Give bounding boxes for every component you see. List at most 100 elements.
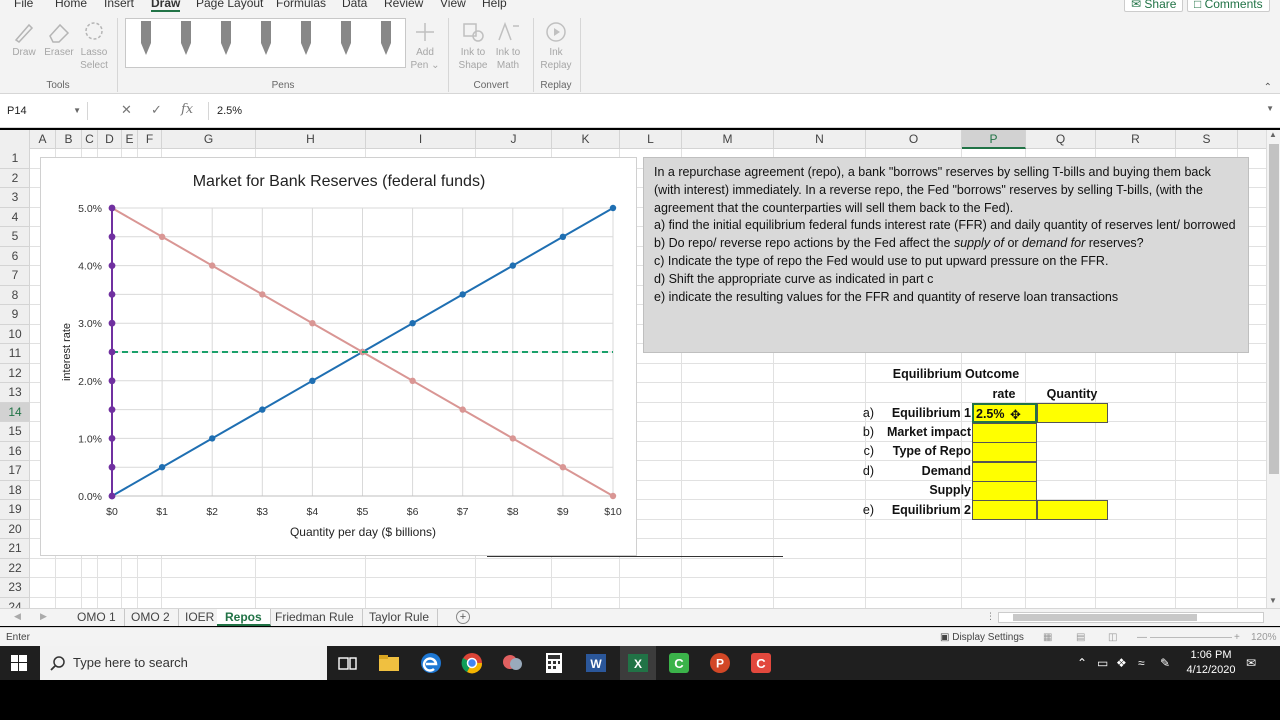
taskbar-clock[interactable]: 1:06 PM 4/12/2020: [1183, 648, 1239, 678]
row-header-19[interactable]: 19: [0, 500, 30, 520]
rate-cell-equilibrium-2[interactable]: [972, 500, 1037, 520]
calculator-icon[interactable]: [541, 650, 567, 676]
chevron-down-icon[interactable]: ▼: [73, 102, 81, 120]
expand-formula-icon[interactable]: ▼: [1266, 104, 1274, 113]
column-header-l[interactable]: L: [620, 130, 682, 149]
cancel-icon[interactable]: ✕: [121, 102, 132, 118]
wifi-icon[interactable]: ≈: [1138, 656, 1145, 670]
tab-review[interactable]: Review: [384, 0, 423, 10]
tab-formulas[interactable]: Formulas: [276, 0, 326, 10]
eraser-button[interactable]: Eraser: [42, 20, 76, 59]
enter-check-icon[interactable]: ✓: [151, 102, 162, 118]
add-pen-button[interactable]: Add Pen ⌄: [410, 20, 440, 72]
row-header-4[interactable]: 4: [0, 208, 30, 227]
pen-5-icon[interactable]: [298, 21, 314, 57]
rate-cell-equilibrium-1[interactable]: 2.5% ✥: [972, 403, 1037, 423]
column-header-m[interactable]: M: [682, 130, 774, 149]
pens-gallery[interactable]: [125, 18, 406, 68]
tab-help[interactable]: Help: [482, 0, 507, 10]
zoom-out-icon[interactable]: —: [1137, 632, 1147, 643]
edge-icon[interactable]: [418, 650, 444, 676]
vertical-scroll-thumb[interactable]: [1269, 144, 1279, 474]
row-header-18[interactable]: 18: [0, 481, 30, 500]
prev-sheet-icon[interactable]: ◀: [14, 611, 21, 622]
row-header-10[interactable]: 10: [0, 325, 30, 344]
sheet-tab-omo-1[interactable]: OMO 1: [69, 609, 125, 626]
formula-input[interactable]: 2.5%: [208, 102, 1258, 120]
pen-2-icon[interactable]: [178, 21, 194, 57]
row-header-21[interactable]: 21: [0, 539, 30, 559]
row-header-11[interactable]: 11: [0, 344, 30, 364]
tab-draw[interactable]: Draw: [151, 0, 181, 12]
comments-button[interactable]: □ Comments: [1187, 0, 1270, 12]
column-header-j[interactable]: J: [476, 130, 552, 149]
add-sheet-button[interactable]: +: [456, 610, 470, 624]
pen-1-icon[interactable]: [138, 21, 154, 57]
pen-7-icon[interactable]: [378, 21, 394, 57]
column-header-b[interactable]: B: [56, 130, 82, 149]
row-header-8[interactable]: 8: [0, 286, 30, 305]
row-header-17[interactable]: 17: [0, 461, 30, 481]
next-sheet-icon[interactable]: ▶: [40, 611, 47, 622]
column-header-a[interactable]: A: [30, 130, 56, 149]
ink-replay-button[interactable]: Ink Replay: [538, 20, 574, 72]
column-header-i[interactable]: I: [366, 130, 476, 149]
row-header-16[interactable]: 16: [0, 442, 30, 461]
lasso-select-button[interactable]: Lasso Select: [77, 20, 111, 72]
column-header-c[interactable]: C: [82, 130, 98, 149]
row-header-15[interactable]: 15: [0, 422, 30, 442]
column-header-n[interactable]: N: [774, 130, 866, 149]
horizontal-scroll-thumb[interactable]: [1013, 614, 1197, 621]
row-header-14[interactable]: 14: [0, 402, 30, 422]
tab-file[interactable]: File: [14, 0, 33, 10]
select-all-corner[interactable]: [0, 130, 30, 149]
chrome-icon[interactable]: [459, 650, 485, 676]
row-header-2[interactable]: 2: [0, 169, 30, 188]
pen-6-icon[interactable]: [338, 21, 354, 57]
insert-function-icon[interactable]: fx: [181, 102, 193, 117]
share-button[interactable]: ✉ Share: [1124, 0, 1184, 12]
tab-page-layout[interactable]: Page Layout: [196, 0, 263, 10]
row-header-7[interactable]: 7: [0, 266, 30, 286]
pen-workspace-icon[interactable]: ✎: [1160, 656, 1170, 670]
camtasia-green-icon[interactable]: C: [666, 650, 692, 676]
sheet-tab-omo-2[interactable]: OMO 2: [123, 609, 179, 626]
column-header-p[interactable]: P: [962, 130, 1026, 149]
row-header-9[interactable]: 9: [0, 305, 30, 325]
row-header-3[interactable]: 3: [0, 188, 30, 208]
sheet-tab-repos[interactable]: Repos: [217, 609, 271, 626]
quantity-cell-equilibrium-2[interactable]: [1037, 500, 1108, 520]
battery-icon[interactable]: ▭: [1097, 656, 1108, 670]
tab-view[interactable]: View: [440, 0, 466, 10]
pen-4-icon[interactable]: [258, 21, 274, 57]
zoom-in-icon[interactable]: +: [1234, 632, 1240, 643]
page-break-view-icon[interactable]: ◫: [1108, 632, 1117, 643]
column-header-f[interactable]: F: [138, 130, 162, 149]
more-options-icon[interactable]: ⋮: [986, 611, 995, 622]
zoom-level[interactable]: 120%: [1251, 632, 1277, 643]
column-header-r[interactable]: R: [1096, 130, 1176, 149]
column-header-g[interactable]: G: [162, 130, 256, 149]
normal-view-icon[interactable]: ▦: [1043, 632, 1052, 643]
vertical-scrollbar[interactable]: ▲ ▼: [1266, 130, 1280, 608]
powerpoint-icon[interactable]: P: [707, 650, 733, 676]
snipping-tool-icon[interactable]: [500, 650, 526, 676]
ink-to-math-button[interactable]: Ink to Math: [491, 20, 525, 72]
task-view-icon[interactable]: [335, 650, 361, 676]
row-header-5[interactable]: 5: [0, 227, 30, 247]
column-header-d[interactable]: D: [98, 130, 122, 149]
dropbox-icon[interactable]: ❖: [1116, 656, 1127, 670]
row-header-1[interactable]: 1: [0, 149, 30, 169]
excel-icon[interactable]: X: [625, 650, 651, 676]
windows-start-icon[interactable]: [11, 655, 27, 671]
pen-3-icon[interactable]: [218, 21, 234, 57]
word-icon[interactable]: W: [583, 650, 609, 676]
camtasia-red-icon[interactable]: C: [748, 650, 774, 676]
show-hidden-icons-icon[interactable]: ⌃: [1077, 656, 1087, 670]
column-header-h[interactable]: H: [256, 130, 366, 149]
column-header-q[interactable]: Q: [1026, 130, 1096, 149]
sheet-tab-friedman-rule[interactable]: Friedman Rule: [267, 609, 363, 626]
display-settings-button[interactable]: ▣ Display Settings: [940, 632, 1024, 643]
cell-type-of-repo[interactable]: [972, 442, 1037, 462]
tab-data[interactable]: Data: [342, 0, 367, 10]
